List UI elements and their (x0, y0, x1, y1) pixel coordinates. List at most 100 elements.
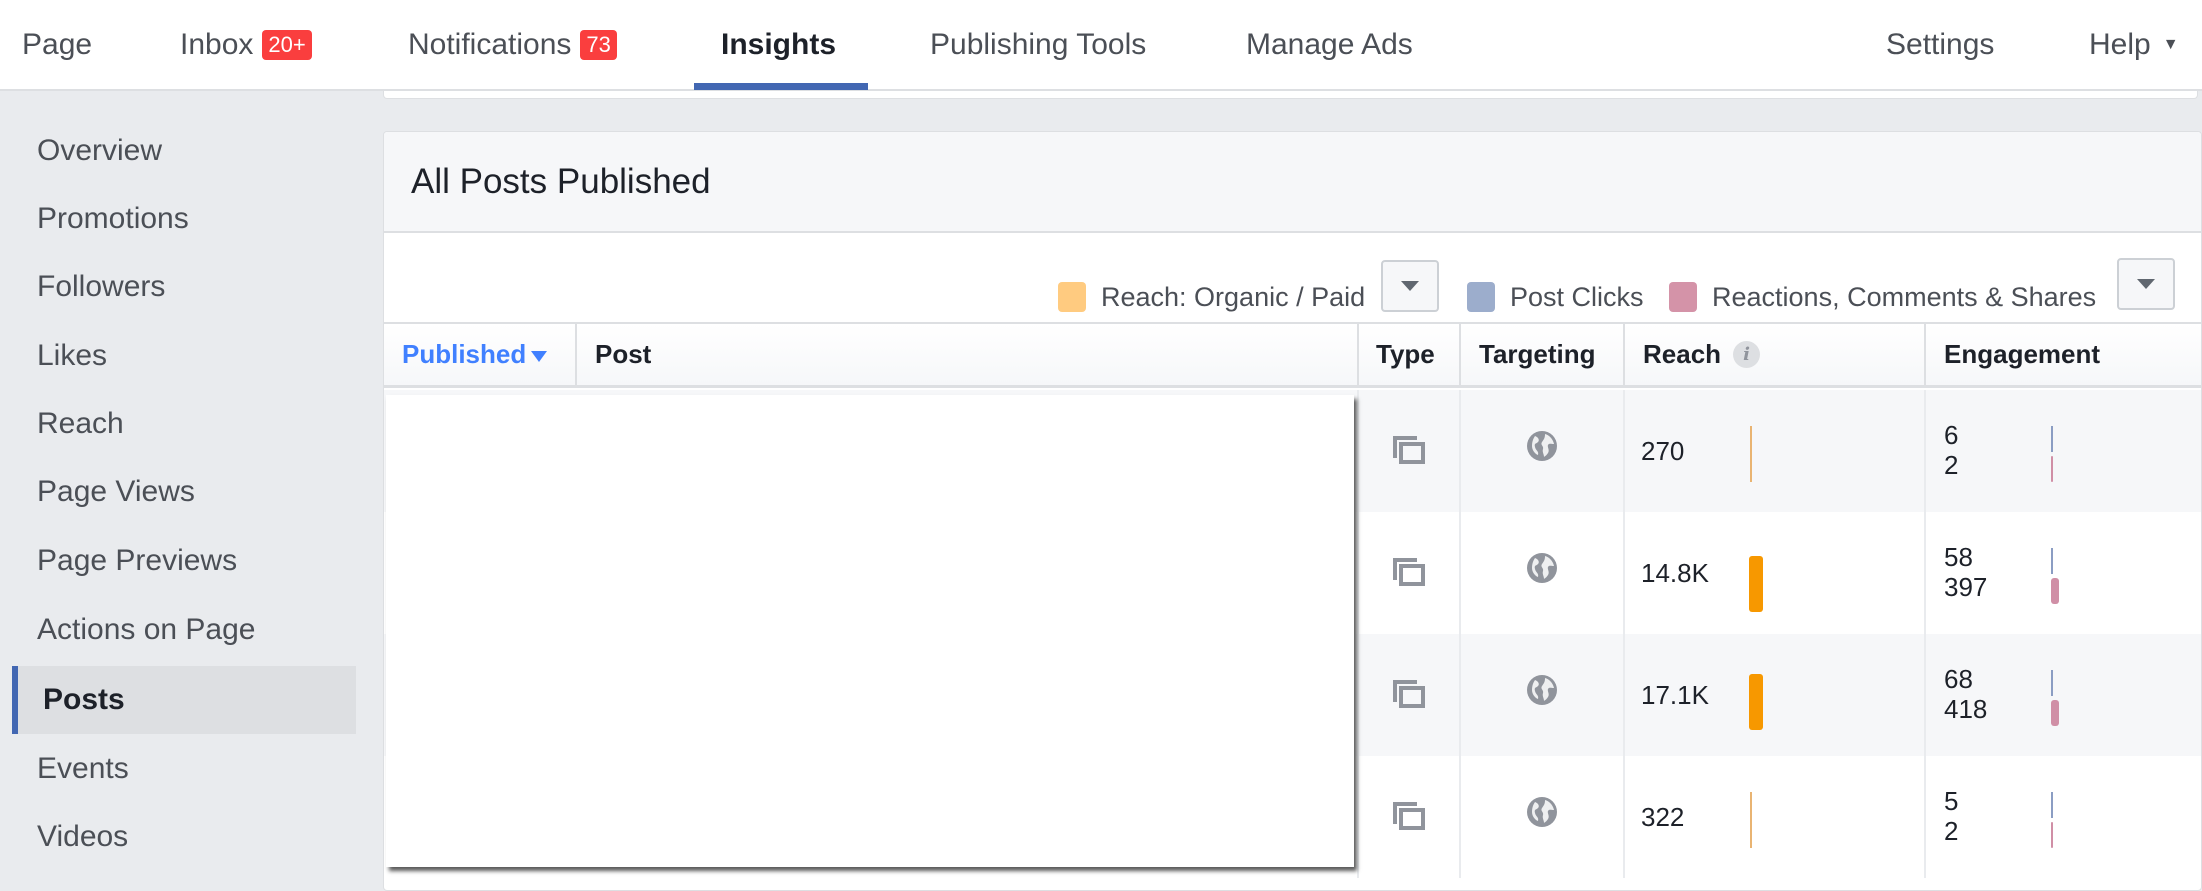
reactions-value: 2 (1944, 816, 1959, 846)
reactions-value: 397 (1944, 572, 1988, 602)
nav-insights-label: Insights (721, 27, 837, 61)
multi-photo-icon (1393, 802, 1425, 830)
notifications-badge: 73 (580, 29, 617, 60)
post-clicks-bar (2051, 670, 2053, 696)
type-cell (1357, 634, 1459, 756)
info-icon[interactable]: i (1733, 341, 1761, 368)
sidebar-item-overview[interactable]: Overview (0, 117, 356, 185)
sidebar-item-label: Likes (37, 339, 108, 372)
column-post-label: Post (595, 339, 652, 369)
engagement-values: 52 (1944, 786, 1958, 846)
nav-publishing-tools-label: Publishing Tools (930, 27, 1147, 61)
engagement-cell: 62 (1924, 390, 2201, 512)
sidebar-item-likes[interactable]: Likes (0, 322, 356, 390)
nav-help-label: Help (2089, 27, 2151, 61)
sidebar-item-label: Videos (37, 820, 129, 853)
nav-manage-ads[interactable]: Manage Ads (1246, 0, 1413, 89)
reach-bar (1750, 426, 1752, 482)
sidebar-item-label: Events (37, 752, 129, 785)
column-published[interactable]: Published (384, 324, 576, 385)
sidebar-item-events[interactable]: Events (0, 735, 356, 803)
post-clicks-bar (2051, 548, 2053, 574)
nav-page-label: Page (22, 27, 93, 61)
nav-notifications-label: Notifications (408, 27, 572, 61)
reach-cell: 14.8K (1623, 512, 1925, 634)
engagement-metric-dropdown[interactable] (2117, 258, 2175, 310)
multi-photo-icon (1393, 680, 1425, 708)
engagement-values: 62 (1944, 420, 1958, 480)
reach-cell: 270 (1623, 390, 1925, 512)
column-targeting[interactable]: Targeting (1459, 324, 1624, 385)
engagement-cell: 68 418 (1924, 634, 2201, 756)
sidebar-item-page-views[interactable]: Page Views (0, 458, 356, 526)
reactions-value: 2 (1944, 450, 1959, 480)
sidebar-item-label: Actions on Page (37, 613, 256, 646)
nav-inbox[interactable]: Inbox 20+ (180, 0, 312, 89)
sidebar-item-label: Reach (37, 407, 124, 440)
sidebar-item-reach[interactable]: Reach (0, 390, 356, 458)
reach-cell: 17.1K (1623, 634, 1925, 756)
post-preview-overlay (386, 395, 1354, 867)
legend-post-clicks-label: Post Clicks (1510, 281, 1644, 312)
multi-photo-icon (1393, 558, 1425, 586)
chevron-down-icon (1401, 281, 1419, 291)
reach-swatch (1058, 282, 1086, 312)
post-clicks-value: 5 (1944, 786, 1959, 816)
column-engagement[interactable]: Engagement (1924, 324, 2201, 385)
nav-insights[interactable]: Insights (721, 0, 836, 89)
nav-settings[interactable]: Settings (1886, 0, 1994, 89)
sidebar-item-posts[interactable]: Posts (12, 666, 356, 734)
column-post[interactable]: Post (575, 324, 1358, 385)
reach-bar (1750, 792, 1752, 848)
post-clicks-value: 6 (1944, 420, 1959, 450)
globe-icon (1527, 797, 1557, 827)
sidebar-item-videos[interactable]: Videos (0, 803, 356, 871)
legend-reactions-label: Reactions, Comments & Shares (1712, 281, 2097, 312)
reactions-value: 418 (1944, 694, 1988, 724)
column-published-label: Published (402, 339, 527, 369)
sidebar-item-actions-on-page[interactable]: Actions on Page (0, 596, 356, 664)
type-cell (1357, 756, 1459, 878)
column-engagement-label: Engagement (1944, 339, 2101, 369)
sidebar-item-page-previews[interactable]: Page Previews (0, 527, 356, 595)
multi-photo-icon (1393, 436, 1425, 464)
type-cell (1357, 390, 1459, 512)
column-type[interactable]: Type (1357, 324, 1459, 385)
post-clicks-value: 58 (1944, 542, 1973, 572)
reactions-bar (2051, 700, 2059, 726)
reach-metric-dropdown[interactable] (1381, 260, 1439, 312)
sidebar-item-label: Followers (37, 270, 166, 303)
nav-notifications[interactable]: Notifications 73 (408, 0, 617, 89)
previous-card-edge (383, 91, 2198, 99)
sidebar-item-label: Promotions (37, 202, 189, 235)
targeting-cell (1459, 756, 1624, 878)
post-clicks-bar (2051, 792, 2053, 818)
sidebar-item-label: Page Previews (37, 544, 238, 577)
engagement-values: 68 418 (1944, 664, 1987, 724)
reach-value: 14.8K (1641, 557, 1709, 588)
column-targeting-label: Targeting (1479, 339, 1596, 369)
nav-inbox-label: Inbox (180, 27, 254, 61)
targeting-cell (1459, 390, 1624, 512)
nav-settings-label: Settings (1886, 27, 1995, 61)
column-reach-label: Reach (1643, 339, 1722, 369)
column-reach[interactable]: Reach i (1623, 324, 1925, 385)
reach-bar (1749, 555, 1763, 612)
reach-value: 270 (1641, 435, 1685, 466)
nav-page[interactable]: Page (22, 0, 92, 89)
globe-icon (1527, 431, 1557, 461)
sidebar-item-promotions[interactable]: Promotions (0, 185, 356, 253)
nav-help[interactable]: Help ▼ (2089, 0, 2179, 89)
post-clicks-bar (2051, 426, 2053, 452)
post-clicks-swatch (1467, 282, 1495, 312)
card-header: All Posts Published (384, 132, 2201, 233)
chevron-down-icon: ▼ (2162, 35, 2179, 53)
sidebar-item-followers[interactable]: Followers (0, 253, 356, 321)
engagement-cell: 58 397 (1924, 512, 2201, 634)
active-tab-indicator (694, 83, 868, 90)
nav-publishing-tools[interactable]: Publishing Tools (930, 0, 1146, 89)
reactions-bar (2051, 456, 2053, 482)
engagement-cell: 52 (1924, 756, 2201, 878)
sidebar-item-label: Overview (37, 134, 163, 167)
reactions-bar (2051, 822, 2053, 848)
